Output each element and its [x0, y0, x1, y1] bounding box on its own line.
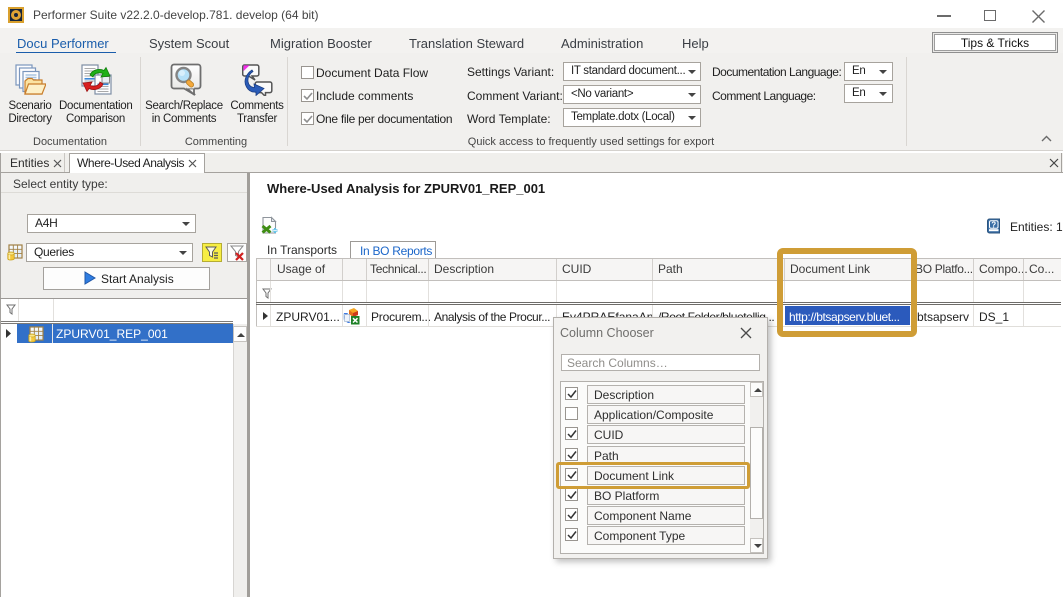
svg-text:?: ?: [991, 220, 996, 229]
